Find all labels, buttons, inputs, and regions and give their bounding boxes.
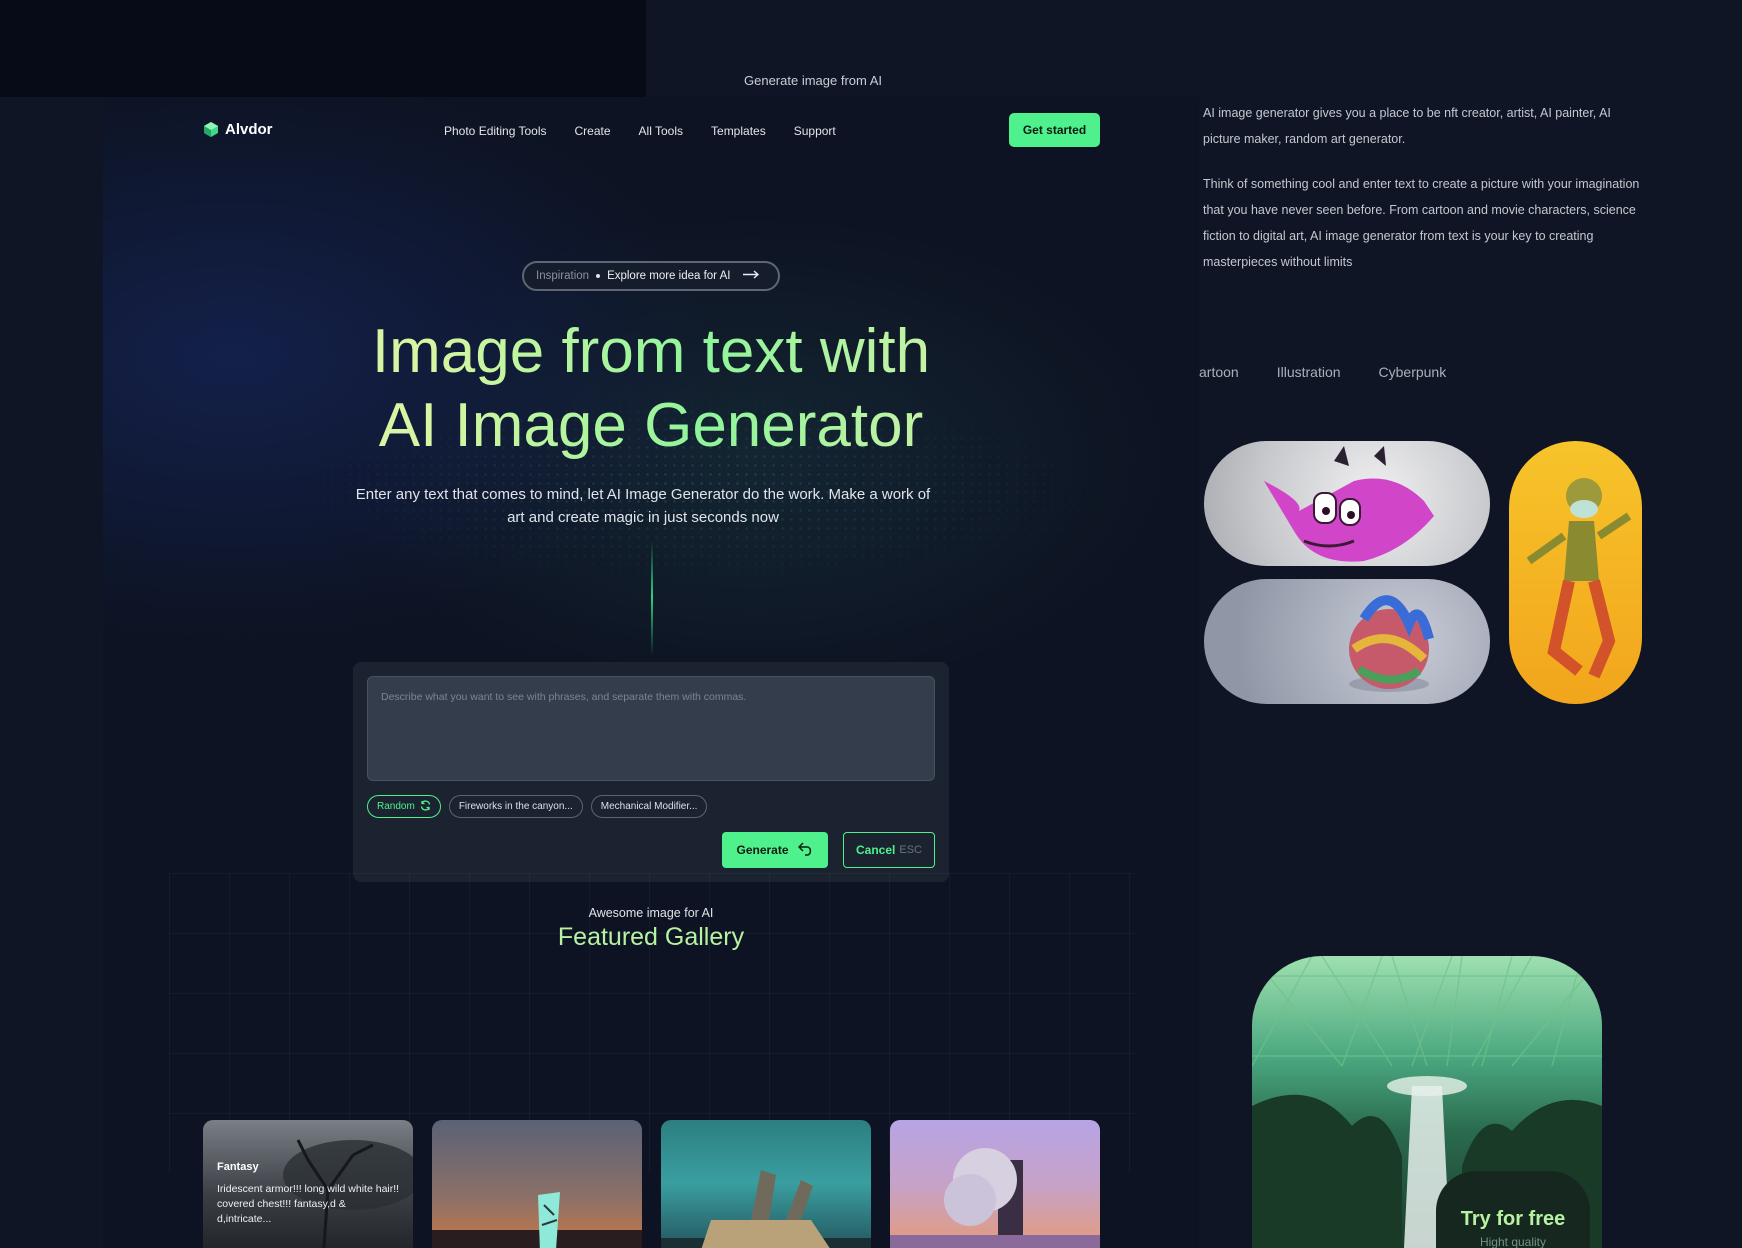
get-started-button[interactable]: Get started [1009,113,1100,147]
glow-divider [651,537,653,657]
pink-monster-art [1264,446,1434,562]
main-nav: Photo Editing Tools Create All Tools Tem… [444,124,836,138]
side-paragraph-2: Think of something cool and enter text t… [1203,177,1640,269]
prompt-chips: Random Fireworks in the canyon... Mechan… [367,795,708,818]
gallery-card-3[interactable] [661,1120,871,1248]
pill-link-text: Explore more idea for AI [607,270,731,282]
try-free-title: Try for free [1460,1208,1566,1230]
cancel-button[interactable]: Cancel ESC [843,832,935,868]
hero-title-line1: Image from text with [371,317,931,386]
generate-label: Generate [736,843,789,857]
landing-frame: Alvdor Photo Editing Tools Create All To… [103,97,1199,1248]
try-free-subtitle: Hight quality [1479,1235,1547,1248]
generate-button[interactable]: Generate [722,832,828,868]
brand-name: Alvdor [225,121,273,138]
dancing-creature-art [1526,478,1632,679]
gallery-card-4[interactable] [890,1120,1100,1248]
nav-photo-editing-tools[interactable]: Photo Editing Tools [444,124,547,138]
inspiration-pill[interactable]: Inspiration Explore more idea for AI [522,261,780,291]
side-paragraph-1: AI image generator gives you a place to … [1203,106,1611,146]
card-prompt: Iridescent armor!!! long wild white hair… [217,1183,400,1225]
chip-random[interactable]: Random [367,795,441,818]
tab-cartoon[interactable]: artoon [1199,364,1239,380]
page-caption: Generate image from AI [744,73,883,88]
pink-monster-image[interactable] [1204,441,1490,566]
nav-templates[interactable]: Templates [711,124,766,138]
gallery-card-2[interactable] [432,1120,642,1248]
fuzzy-ball-art [1349,595,1434,692]
cancel-shortcut: ESC [899,844,922,856]
prompt-textarea[interactable]: Describe what you want to see with phras… [367,676,935,781]
hero-title: Image from text with AI Image Generator [103,315,1199,463]
hero-title-line2: AI Image Generator [378,391,924,460]
fuzzy-ball-image[interactable] [1204,579,1490,704]
chip-random-label: Random [377,801,415,812]
try-free-card[interactable]: Try for free Hight quality [1436,1171,1590,1248]
gallery-title: Featured Gallery [557,923,745,951]
arrow-right-icon [743,270,760,282]
pill-label: Inspiration [536,270,590,282]
return-icon [797,841,814,859]
gallery-kicker: Awesome image for AI [588,906,714,920]
chip-mechanical[interactable]: Mechanical Modifier... [590,795,708,818]
crystal-art [432,1192,642,1248]
refresh-icon [420,799,431,814]
cancel-label: Cancel [856,843,896,857]
nav-create[interactable]: Create [575,124,611,138]
tree-house-art [890,1148,1100,1248]
top-dark-block [0,0,646,97]
dancing-creature-image[interactable] [1509,441,1642,704]
tab-illustration[interactable]: Illustration [1277,364,1341,380]
logo-cube-icon [203,121,219,138]
nav-support[interactable]: Support [794,124,836,138]
pill-separator-dot [596,274,601,278]
style-tabs: artoon Illustration Cyberpunk [1199,364,1446,380]
generator-panel: Describe what you want to see with phras… [353,662,949,882]
tab-cyberpunk[interactable]: Cyberpunk [1379,364,1447,380]
card-tag: Fantasy [217,1161,259,1173]
chip-fireworks[interactable]: Fireworks in the canyon... [448,795,583,818]
hero-subtitle-line1: Enter any text that comes to mind, let A… [355,486,931,503]
brand-logo[interactable]: Alvdor [203,121,273,138]
hero-subtitle: Enter any text that comes to mind, let A… [343,483,943,529]
car-art [661,1170,871,1248]
nav-all-tools[interactable]: All Tools [639,124,683,138]
hero-subtitle-line2: art and create magic in just seconds now [507,509,779,526]
gallery-card-fantasy[interactable]: Fantasy Iridescent armor!!! long wild wh… [203,1120,413,1248]
